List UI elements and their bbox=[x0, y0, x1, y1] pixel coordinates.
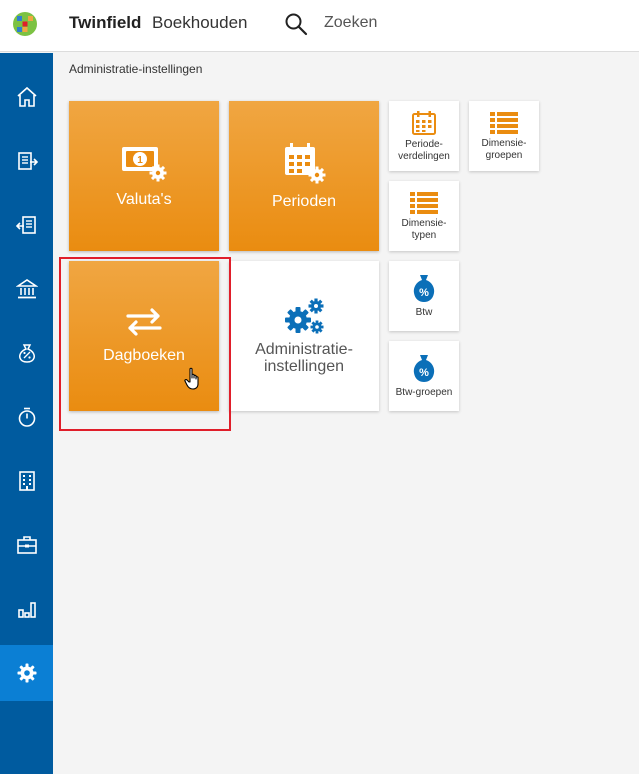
tile-perioden[interactable]: Perioden bbox=[229, 101, 379, 251]
sidebar-item-reports[interactable] bbox=[0, 581, 53, 637]
calendar-settings-icon bbox=[285, 143, 326, 184]
sidebar-item-purchase[interactable] bbox=[0, 197, 53, 253]
calendar-icon bbox=[412, 111, 436, 135]
reports-icon bbox=[17, 602, 36, 618]
sidebar-item-home[interactable] bbox=[0, 69, 53, 125]
highlight-box bbox=[59, 257, 231, 431]
tile-btw-groepen[interactable]: % Btw-groepen bbox=[389, 341, 459, 411]
sidebar bbox=[0, 53, 53, 774]
sidebar-item-projects[interactable] bbox=[0, 517, 53, 573]
tile-dimensietypen[interactable]: Dimensie- typen bbox=[389, 181, 459, 251]
list-icon bbox=[410, 192, 438, 214]
sidebar-item-settings[interactable] bbox=[0, 645, 53, 701]
top-bar: Twinfield Boekhouden Zoeken bbox=[0, 0, 639, 52]
svg-text:1: 1 bbox=[137, 155, 143, 166]
tile-administratie-label: Administratie- instellingen bbox=[255, 341, 353, 375]
building-icon bbox=[18, 471, 35, 491]
currency-settings-icon: 1 bbox=[122, 147, 167, 182]
product-name: Boekhouden bbox=[152, 13, 248, 32]
tile-dimensiegroepen[interactable]: Dimensie- groepen bbox=[469, 101, 539, 171]
tile-btw[interactable]: % Btw bbox=[389, 261, 459, 331]
app-logo-icon[interactable] bbox=[12, 11, 38, 37]
tile-btw-groepen-label: Btw-groepen bbox=[395, 386, 453, 398]
settings-icon bbox=[17, 663, 36, 683]
sidebar-item-company[interactable] bbox=[0, 453, 53, 509]
search-icon[interactable] bbox=[284, 12, 308, 36]
tile-periodeverdelingen-label: Periode- verdelingen bbox=[398, 139, 450, 162]
tax-icon bbox=[18, 344, 35, 363]
tile-valuta[interactable]: 1 Valuta's bbox=[69, 101, 219, 251]
briefcase-icon bbox=[16, 536, 37, 554]
svg-text:%: % bbox=[419, 287, 429, 299]
tile-valuta-label: Valuta's bbox=[116, 191, 172, 208]
home-icon bbox=[16, 86, 37, 107]
sidebar-item-bank[interactable] bbox=[0, 261, 53, 317]
sales-invoice-icon bbox=[17, 152, 38, 170]
brand-name: Twinfield bbox=[69, 13, 142, 32]
svg-text:%: % bbox=[419, 367, 429, 379]
tax-bag-icon: % bbox=[413, 274, 435, 302]
purchase-invoice-icon bbox=[15, 216, 36, 234]
breadcrumb: Administratie-instellingen bbox=[69, 62, 203, 76]
search-label[interactable]: Zoeken bbox=[324, 14, 377, 32]
tile-dimensiegroepen-label: Dimensie- groepen bbox=[481, 138, 527, 161]
tax-bag-icon: % bbox=[413, 354, 435, 382]
tile-administratie-instellingen[interactable]: Administratie- instellingen bbox=[229, 261, 379, 411]
tile-periodeverdelingen[interactable]: Periode- verdelingen bbox=[389, 101, 459, 171]
tile-perioden-label: Perioden bbox=[271, 193, 337, 210]
bank-icon bbox=[15, 279, 38, 299]
sidebar-item-sales[interactable] bbox=[0, 133, 53, 189]
sidebar-item-tax[interactable] bbox=[0, 325, 53, 381]
tile-dimensietypen-label: Dimensie- typen bbox=[401, 218, 447, 241]
tile-btw-label: Btw bbox=[415, 306, 433, 318]
timer-icon bbox=[18, 407, 35, 427]
gears-icon bbox=[285, 298, 324, 334]
list-icon bbox=[490, 112, 518, 134]
hand-cursor-icon bbox=[184, 367, 199, 390]
sidebar-item-timer[interactable] bbox=[0, 389, 53, 445]
